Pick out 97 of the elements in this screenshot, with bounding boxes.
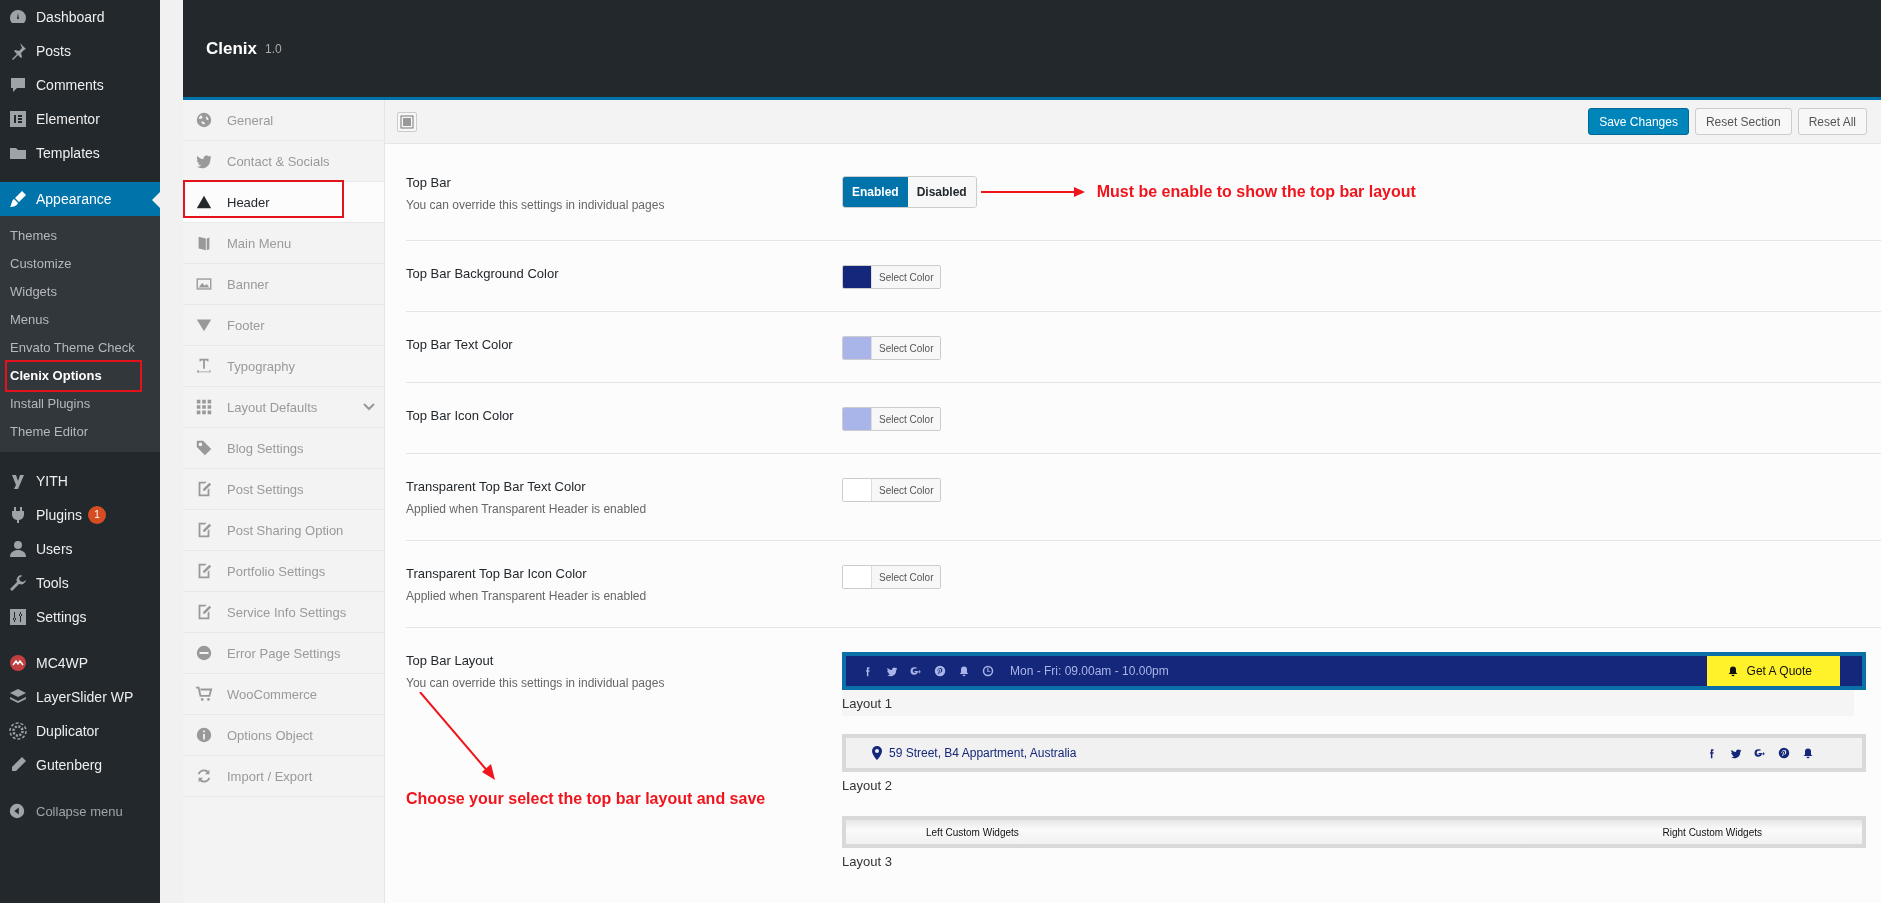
bird-icon — [886, 665, 898, 677]
social-icon — [910, 665, 922, 677]
select-color-button[interactable]: Select Color — [871, 337, 941, 359]
menu-item[interactable]: LayerSlider WP — [0, 680, 160, 714]
submenu-item[interactable]: Envato Theme Check — [0, 334, 160, 362]
submenu-item[interactable]: Menus — [0, 306, 160, 334]
submenu-item[interactable]: Install Plugins — [0, 390, 160, 418]
setting-title: Top Bar Layout — [406, 652, 495, 670]
menu-item[interactable]: Settings — [0, 600, 160, 634]
address-text: 59 Street, B4 Appartment, Australia — [889, 746, 1077, 760]
bird-icon — [195, 152, 213, 170]
user-icon — [8, 539, 28, 559]
select-color-button[interactable]: Select Color — [871, 266, 941, 288]
layout-preview[interactable]: Left Custom Widgets Right Custom Widgets — [842, 816, 1866, 848]
setting-description: You can override this settings in individual pages — [406, 675, 666, 692]
bell-icon — [1802, 747, 1814, 759]
toggle-option[interactable]: Disabled — [907, 177, 976, 207]
social-icon — [1778, 747, 1790, 759]
color-picker[interactable]: Select Color — [842, 565, 942, 589]
grid-icon — [195, 398, 213, 416]
select-color-button[interactable]: Select Color — [871, 566, 941, 588]
version-text: 1.0 — [265, 41, 282, 56]
gear-icon — [8, 721, 28, 741]
setting-description: You can override this settings in individual pages — [406, 197, 666, 214]
hours-text: Mon - Fri: 09.00am - 10.00pm — [1010, 664, 1169, 678]
annotation-text: Must be enable to show the top bar layout — [1096, 183, 1416, 201]
menu-item[interactable]: Users — [0, 532, 160, 566]
wrench-icon — [8, 573, 28, 593]
widget-area-label: Left Custom Widgets — [926, 826, 1019, 838]
collapse-menu-button[interactable]: Collapse menu — [0, 794, 160, 828]
menu-item[interactable]: YITH — [0, 464, 160, 498]
submenu-item[interactable]: Themes — [0, 222, 160, 250]
panel-title: Clenix — [206, 38, 258, 59]
toggle-option[interactable]: Enabled — [843, 177, 908, 207]
text-icon — [195, 357, 213, 375]
bell-icon — [958, 665, 970, 677]
submenu-item[interactable]: Customize — [0, 250, 160, 278]
menu-item[interactable]: Appearance — [0, 182, 160, 216]
menu-item[interactable]: Templates — [0, 136, 160, 170]
count-badge: 1 — [87, 506, 106, 524]
layout-label: Layout 2 — [842, 777, 893, 795]
menu-item[interactable]: Gutenberg — [0, 748, 160, 782]
menu-item[interactable]: Posts — [0, 34, 160, 68]
social-icon — [1754, 747, 1766, 759]
color-picker[interactable]: Select Color — [842, 478, 942, 502]
sliders-icon — [8, 607, 28, 627]
menu-item[interactable]: Dashboard — [0, 0, 160, 34]
menu-item[interactable]: Elementor — [0, 102, 160, 136]
reset-button[interactable]: Reset All — [1797, 108, 1867, 135]
setting-title: Top Bar Icon Color — [406, 407, 515, 425]
color-picker[interactable]: Select Color — [842, 336, 942, 360]
layout-preview[interactable]: 59 Street, B4 Appartment, Australia — [842, 734, 1866, 772]
nav-item[interactable]: Header — [183, 182, 384, 223]
setting-description: Applied when Transparent Header is enabled — [406, 588, 648, 605]
expand-button[interactable] — [397, 111, 417, 132]
setting-title: Top Bar Text Color — [406, 336, 514, 354]
submenu-item[interactable]: Widgets — [0, 278, 160, 306]
save-button[interactable]: Save Changes — [1588, 108, 1689, 135]
color-picker[interactable]: Select Color — [842, 265, 942, 289]
setting-title: Top Bar Background Color — [406, 265, 560, 283]
setting-title: Transparent Top Bar Icon Color — [406, 565, 588, 583]
setting-title: Transparent Top Bar Text Color — [406, 478, 587, 496]
circle-logo-icon — [8, 653, 28, 673]
refresh-icon — [195, 767, 213, 785]
menu-item[interactable]: Duplicator — [0, 714, 160, 748]
globe-icon — [195, 111, 213, 129]
submenu-item[interactable]: Clenix Options — [0, 362, 160, 390]
menu-item[interactable]: Plugins 1 — [0, 498, 160, 532]
clock-icon — [982, 665, 994, 677]
layout-label: Layout 1 — [842, 690, 1854, 716]
menu-item[interactable]: Tools — [0, 566, 160, 600]
speech-bubble-icon — [8, 75, 28, 95]
widget-area-label: Right Custom Widgets — [1662, 826, 1762, 838]
menu-item[interactable]: MC4WP — [0, 646, 160, 680]
layout-preview[interactable]: Mon - Fri: 09.00am - 10.00pm Get A Quote — [842, 652, 1866, 690]
collapse-icon — [8, 802, 26, 820]
map-pin-icon — [871, 746, 883, 760]
annotation-text: Choose your select the top bar layout and save — [406, 790, 766, 808]
social-icon — [934, 665, 946, 677]
image-icon — [195, 275, 213, 293]
info-icon — [195, 726, 213, 744]
brush-icon — [8, 189, 28, 209]
layout-label: Layout 3 — [842, 853, 893, 871]
reset-button[interactable]: Reset Section — [1694, 108, 1792, 135]
submenu-item[interactable]: Theme Editor — [0, 418, 160, 446]
cart-icon — [195, 685, 213, 703]
quote-button[interactable]: Get A Quote — [1706, 656, 1840, 686]
tag-icon — [195, 439, 213, 457]
bird-icon — [1730, 747, 1742, 759]
menu-item[interactable]: Comments — [0, 68, 160, 102]
color-picker[interactable]: Select Color — [842, 407, 942, 431]
square-lines-icon — [8, 109, 28, 129]
select-color-button[interactable]: Select Color — [871, 408, 941, 430]
select-color-button[interactable]: Select Color — [871, 479, 941, 501]
setting-title: Top Bar — [406, 174, 452, 192]
setting-description: Applied when Transparent Header is enabled — [406, 501, 648, 518]
bell-icon — [1726, 665, 1739, 677]
